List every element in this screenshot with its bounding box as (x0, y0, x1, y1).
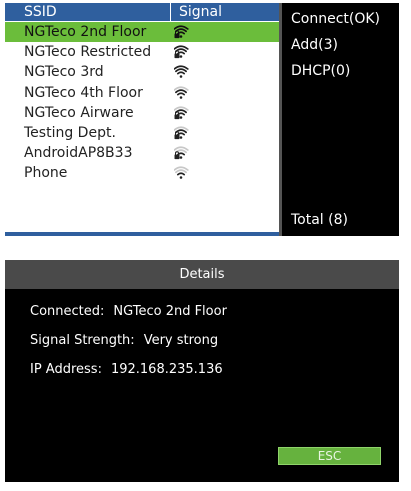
details-screen: Details Connected: NGTeco 2nd Floor Signa… (5, 260, 399, 482)
wifi-medium-icon (173, 85, 190, 100)
wifi-network-ssid: AndroidAP8B33 (24, 145, 133, 162)
column-divider (170, 3, 171, 21)
esc-button[interactable]: ESC (278, 447, 381, 465)
wifi-list-screen: SSID Signal NGTeco 2nd Floor NGTeco Restr… (5, 3, 399, 236)
wifi-network-row[interactable]: NGTeco Airware (5, 103, 279, 123)
connected-value: NGTeco 2nd Floor (113, 304, 227, 319)
wifi-network-row[interactable]: Phone (5, 163, 279, 183)
signal-strength-value: Very strong (143, 333, 219, 348)
connected-label: Connected: (30, 304, 105, 319)
wifi-network-row[interactable]: NGTeco 3rd (5, 62, 279, 82)
details-title: Details (5, 260, 399, 289)
signal-strength-line: Signal Strength: Very strong (30, 333, 218, 348)
ssid-column-header: SSID (24, 4, 57, 20)
wifi-network-ssid: NGTeco 4th Floor (24, 84, 143, 101)
total-count: Total (8) (291, 212, 348, 228)
wifi-network-ssid: NGTeco 2nd Floor (24, 24, 147, 40)
ip-address-line: IP Address: 192.168.235.136 (30, 362, 223, 377)
wifi-network-list: NGTeco 2nd Floor NGTeco Restricted NGTeco … (5, 22, 279, 184)
wifi-network-row[interactable]: NGTeco 2nd Floor (5, 22, 279, 43)
wifi-network-row[interactable]: NGTeco 4th Floor (5, 83, 279, 103)
wifi-list-header: SSID Signal (5, 3, 279, 21)
wifi-strong-icon (173, 65, 190, 79)
wifi-locked-strong-icon (173, 45, 190, 59)
wifi-network-row[interactable]: Testing Dept. (5, 123, 279, 143)
wifi-list-footer-bar (5, 232, 279, 236)
wifi-network-ssid: Testing Dept. (24, 124, 116, 141)
signal-strength-label: Signal Strength: (30, 333, 135, 348)
wifi-network-row[interactable]: NGTeco Restricted (5, 42, 279, 62)
ip-address-value: 192.168.235.136 (110, 362, 223, 377)
ip-address-label: IP Address: (30, 362, 102, 377)
wifi-network-ssid: Phone (24, 165, 68, 182)
wifi-network-row[interactable]: AndroidAP8B33 (5, 143, 279, 163)
signal-column-header: Signal (179, 4, 223, 20)
wifi-weak-icon (173, 166, 190, 180)
wifi-network-ssid: NGTeco 3rd (24, 64, 104, 81)
wifi-network-ssid: NGTeco Airware (24, 104, 134, 121)
connect-menu-item[interactable]: Connect(OK) (291, 11, 380, 27)
wifi-locked-weak-icon (173, 146, 190, 160)
dhcp-menu-item[interactable]: DHCP(0) (291, 63, 350, 79)
wifi-list-pane: SSID Signal NGTeco 2nd Floor NGTeco Restr… (5, 3, 279, 236)
wifi-locked-medium-icon (173, 106, 190, 120)
side-menu: Connect(OK) Add(3) DHCP(0) Total (8) (279, 3, 399, 236)
wifi-network-ssid: NGTeco Restricted (24, 44, 152, 61)
add-menu-item[interactable]: Add(3) (291, 37, 338, 53)
wifi-locked-medium-icon (173, 126, 190, 140)
wifi-locked-strong-icon (173, 25, 190, 39)
connected-line: Connected: NGTeco 2nd Floor (30, 304, 227, 319)
